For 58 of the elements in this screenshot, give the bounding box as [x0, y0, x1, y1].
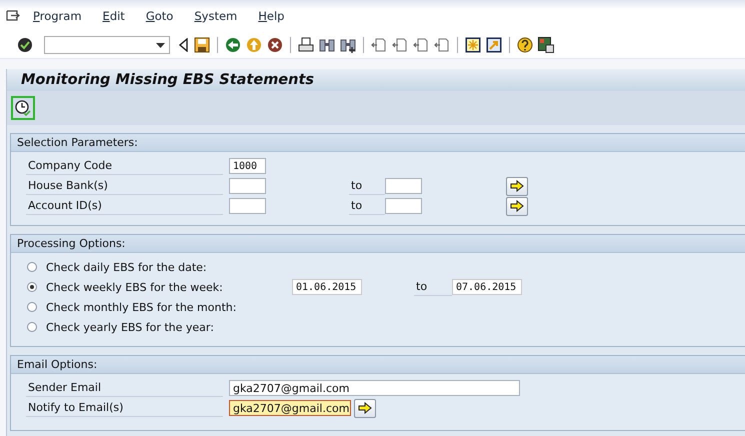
date-field[interactable]: 07.06.2015: [452, 279, 522, 295]
binoculars-plus-icon[interactable]: [340, 37, 356, 53]
multiple-selection-button[interactable]: [506, 176, 528, 196]
help-icon[interactable]: [517, 37, 533, 53]
input-field[interactable]: [385, 198, 422, 214]
page-icon[interactable]: [434, 37, 450, 53]
multiple-selection-button[interactable]: [506, 196, 528, 216]
back-icon[interactable]: [225, 37, 241, 53]
multiple-selection-button[interactable]: [354, 398, 376, 418]
command-field[interactable]: [44, 36, 170, 54]
cancel-icon[interactable]: [267, 37, 283, 53]
input-field[interactable]: 1000: [229, 158, 266, 174]
radio-button[interactable]: [27, 302, 37, 312]
print-icon[interactable]: [298, 37, 314, 53]
save-icon[interactable]: [194, 37, 210, 53]
email-field[interactable]: gka2707@gmail.com: [229, 380, 520, 396]
field-label: Notify to Email(s): [26, 399, 223, 417]
radio-button[interactable]: [27, 262, 37, 272]
field-label: Sender Email: [26, 379, 223, 397]
menu-item[interactable]: Edit: [102, 9, 125, 23]
page-title: Monitoring Missing EBS Statements: [21, 72, 314, 88]
menu-item[interactable]: Goto: [146, 9, 174, 23]
caret-icon[interactable]: [156, 42, 165, 48]
execute-button[interactable]: [11, 96, 35, 120]
field-label: House Bank(s): [26, 177, 223, 195]
page-icon[interactable]: [371, 37, 387, 53]
new-window-icon[interactable]: [465, 37, 481, 53]
group-heading: Selection Parameters:: [11, 134, 745, 152]
option-label: Check daily EBS for the date:: [46, 260, 208, 274]
input-field[interactable]: [385, 178, 422, 194]
page-icon[interactable]: [392, 37, 408, 53]
input-field[interactable]: [229, 178, 266, 194]
email-field[interactable]: gka2707@gmail.com: [229, 400, 351, 416]
arrow-icon: [510, 200, 524, 212]
radio-button[interactable]: [27, 322, 37, 332]
menu-item[interactable]: Program: [33, 9, 82, 23]
field-label: Company Code: [26, 157, 223, 175]
binoculars-icon[interactable]: [319, 37, 335, 53]
clock-icon: [15, 100, 31, 116]
menu-item[interactable]: Help: [258, 9, 284, 23]
option-label: Check yearly EBS for the year:: [46, 320, 215, 334]
menu-item[interactable]: System: [194, 9, 238, 23]
field-label: Account ID(s): [26, 197, 223, 215]
triangle-icon[interactable]: [179, 38, 189, 52]
layout-icon[interactable]: [538, 37, 554, 53]
page-icon[interactable]: [413, 37, 429, 53]
group-heading: Processing Options:: [11, 235, 745, 253]
shortcut-icon[interactable]: [486, 37, 502, 53]
input-field[interactable]: [229, 198, 266, 214]
option-label: Check monthly EBS for the month:: [46, 300, 238, 314]
date-field[interactable]: 01.06.2015: [292, 279, 362, 295]
group-heading: Email Options:: [11, 356, 745, 374]
check-icon[interactable]: [17, 37, 33, 53]
radio-button[interactable]: [27, 282, 37, 292]
option-label: Check weekly EBS for the week:: [46, 280, 224, 294]
menu-icon[interactable]: [6, 10, 20, 22]
arrow-icon: [510, 180, 524, 192]
arrow-icon: [358, 402, 372, 414]
